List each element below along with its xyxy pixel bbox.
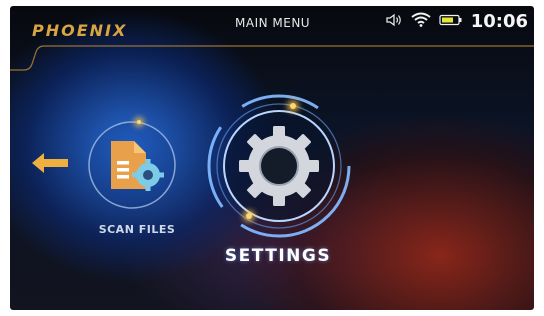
wifi-icon <box>411 11 431 31</box>
top-bar: PHOENIX MAIN MENU 10:06 <box>10 6 534 71</box>
settings-label: SETTINGS <box>224 246 332 266</box>
clock: 10:06 <box>470 10 528 32</box>
arrow-left-icon <box>32 153 68 173</box>
page-title: MAIN MENU <box>235 16 311 30</box>
header-divider <box>10 45 534 71</box>
back-button[interactable] <box>30 152 72 174</box>
status-bar: 10:06 <box>385 10 528 32</box>
brand-logo: PHOENIX <box>32 21 128 40</box>
speaker-icon <box>385 12 403 31</box>
glint-sparkle <box>290 103 296 109</box>
scan-files-button[interactable] <box>86 119 178 211</box>
glint-sparkle <box>137 120 141 124</box>
gear-icon <box>239 126 319 206</box>
settings-button[interactable] <box>204 91 354 241</box>
device-screen: PHOENIX MAIN MENU 10:06 SCAN FILES SETTI… <box>10 6 534 310</box>
glint-sparkle <box>246 213 252 219</box>
battery-icon <box>439 12 463 31</box>
scan-files-label: SCAN FILES <box>98 223 176 236</box>
